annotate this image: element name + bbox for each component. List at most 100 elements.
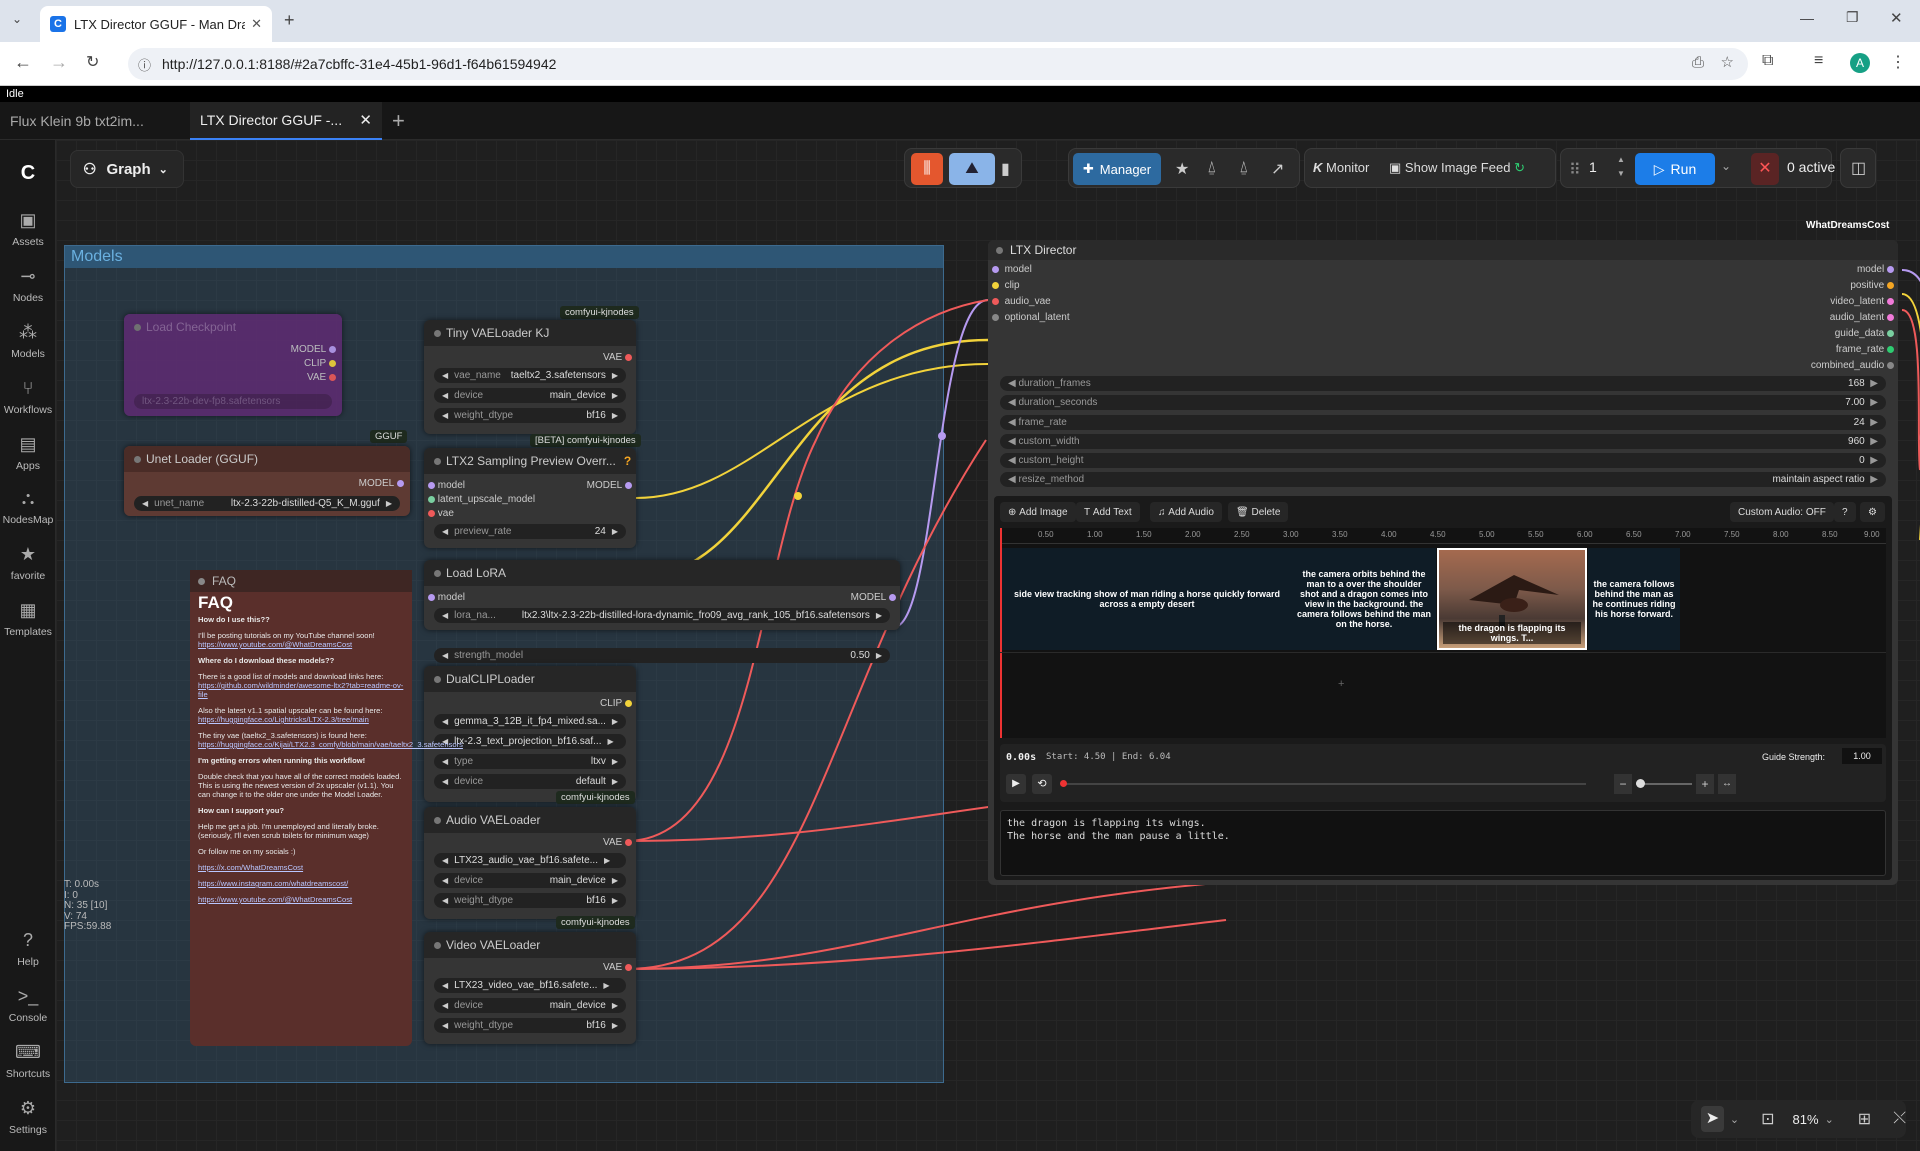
output-clip[interactable]: CLIP — [304, 358, 336, 369]
chevron-down-icon[interactable]: ⌄ — [1825, 1113, 1834, 1126]
preview-rate-widget[interactable]: ◀ preview_rate 24 ▶ — [434, 524, 626, 539]
output-vae[interactable]: VAE — [603, 352, 632, 363]
workflow-tab-ltx[interactable]: LTX Director GGUF -... ✕ — [190, 102, 382, 140]
resize-method-widget[interactable]: ◀ resize_method maintain aspect ratio ▶ — [1000, 472, 1886, 487]
faq-link[interactable]: https://www.youtube.com/@WhatDreamsCost — [198, 895, 404, 904]
crystools-icon[interactable]: ⛰ — [949, 153, 995, 185]
device-widget[interactable]: ◀ device main_device ▶ — [434, 388, 626, 403]
sidebar-item-help[interactable]: ? Help — [0, 930, 56, 968]
image-feed-button[interactable]: ▣ Show Image Feed ↻ — [1389, 160, 1525, 176]
custom-height-widget[interactable]: ◀ custom_height 0 ▶ — [1000, 453, 1886, 468]
settings-button[interactable]: ⚙ — [1860, 502, 1885, 522]
delete-button[interactable]: 🗑 Delete — [1228, 502, 1289, 522]
media-icon[interactable]: ≡ — [1814, 52, 1823, 70]
input-vae[interactable]: vae — [428, 508, 454, 519]
clip-type-widget[interactable]: ◀ type ltxv ▶ — [434, 754, 626, 769]
clip-name1-widget[interactable]: ◀ gemma_3_12B_it_fp4_mixed.sa... ▶ — [434, 714, 626, 729]
sidebar-item-models[interactable]: ⁂ Models — [0, 322, 56, 360]
sidebar-item-nodes[interactable]: ⊸ Nodes — [0, 266, 56, 304]
faq-link[interactable]: https://github.com/wildminder/awesome-lt… — [198, 681, 404, 699]
input-model[interactable]: model — [428, 592, 465, 603]
output-model[interactable]: MODEL — [587, 480, 632, 491]
zoom-in-button[interactable]: + — [1696, 774, 1714, 794]
input-audio-vae[interactable]: audio_vae — [992, 296, 1051, 307]
segment-prompt-textarea[interactable]: the dragon is flapping its wings. The ho… — [1000, 810, 1886, 876]
lora-name-widget[interactable]: ◀ lora_na... ltx2.3\ltx-2.3-22b-distilled-… — [434, 608, 890, 623]
graph-canvas[interactable]: ⚇ Graph ⌄ ⫼ ⛰ ▮ ✚ Manager ★ ⍙ ⍙ ↗ K Monit… — [56, 140, 1920, 1151]
dtype-widget[interactable]: ◀ weight_dtype bf16 ▶ — [434, 408, 626, 423]
tab-search-icon[interactable]: ⌄ — [12, 12, 22, 26]
minimap-icon[interactable]: ⊞ — [1858, 1109, 1871, 1129]
minimize-icon[interactable]: — — [1800, 10, 1814, 26]
workflow-tab-flux[interactable]: Flux Klein 9b txt2im... — [0, 102, 190, 140]
restore-icon[interactable]: ❐ — [1846, 9, 1859, 26]
menu-icon[interactable]: ⋮ — [1890, 52, 1906, 72]
node-faq-note[interactable]: FAQ FAQ How do I use this?? I'll be post… — [190, 570, 463, 1046]
strength-model-widget[interactable]: ◀ strength_model 0.50 ▶ — [434, 648, 890, 663]
site-info-icon[interactable]: ⓘ — [138, 55, 151, 74]
zoom-level[interactable]: 81% — [1793, 1112, 1819, 1127]
new-workflow-icon[interactable]: + — [392, 108, 405, 134]
cancel-button[interactable]: ✕ — [1751, 153, 1779, 185]
forward-icon[interactable]: → — [50, 52, 68, 73]
add-audio-button[interactable]: ♫ Add Audio — [1150, 502, 1222, 522]
ckpt-name-widget[interactable]: ltx-2.3-22b-dev-fp8.safetensors — [134, 394, 332, 409]
output-model[interactable]: model — [1857, 264, 1894, 275]
zoom-out-button[interactable]: − — [1614, 774, 1632, 794]
new-tab-icon[interactable]: + — [284, 10, 295, 31]
add-image-button[interactable]: ⊕ Add Image — [1000, 502, 1076, 522]
manager-button[interactable]: ✚ Manager — [1073, 153, 1161, 185]
sidebar-item-favorite[interactable]: ★ favorite — [0, 544, 56, 582]
back-icon[interactable]: ← — [14, 52, 32, 73]
comfy-logo[interactable]: C — [0, 162, 56, 190]
output-clip[interactable]: CLIP — [600, 698, 632, 709]
panel-toggle[interactable]: ◫ — [1840, 148, 1876, 188]
chevron-down-icon[interactable]: ⌄ — [1721, 159, 1731, 173]
collapse-dot[interactable] — [996, 247, 1003, 254]
clip-device-widget[interactable]: ◀ device default ▶ — [434, 774, 626, 789]
address-bar[interactable]: ⓘ http://127.0.0.1:8188/#2a7cbffc-31e4-4… — [128, 48, 1748, 80]
faq-link[interactable]: https://www.youtube.com/@WhatDreamsCost — [198, 640, 404, 649]
output-audio-latent[interactable]: audio_latent — [1830, 312, 1894, 323]
timeline-clip-1[interactable]: side view tracking show of man riding a … — [1002, 548, 1292, 650]
sidebar-item-workflows[interactable]: ⑂ Workflows — [0, 378, 56, 416]
video-device-widget[interactable]: ◀ device main_device ▶ — [434, 998, 626, 1013]
node-dual-clip[interactable]: DualCLIPLoader CLIP ◀ gemma_3_12B_it_fp4_… — [424, 666, 636, 802]
output-guide-data[interactable]: guide_data — [1835, 328, 1894, 339]
timeline-clip-2[interactable]: the camera orbits behind the man to a ov… — [1292, 548, 1436, 650]
close-tab-icon[interactable]: ✕ — [251, 16, 262, 32]
scrub-track[interactable] — [1064, 783, 1586, 785]
reload-icon[interactable]: ↻ — [86, 52, 99, 72]
stepper-arrows-icon[interactable]: ▲ ▼ — [1617, 153, 1625, 181]
run-button[interactable]: ▷ Run — [1635, 153, 1715, 185]
duration-seconds-widget[interactable]: ◀ duration_seconds 7.00 ▶ — [1000, 395, 1886, 410]
sidebar-item-templates[interactable]: ▦ Templates — [0, 600, 56, 638]
output-model[interactable]: MODEL — [851, 592, 896, 603]
sidebar-item-shortcuts[interactable]: ⌨ Shortcuts — [0, 1042, 56, 1080]
graph-menu-button[interactable]: ⚇ Graph ⌄ — [70, 150, 184, 188]
extensions-icon[interactable]: ⧉ — [1762, 52, 1773, 70]
output-model[interactable]: MODEL — [359, 478, 404, 489]
node-video-vae[interactable]: Video VAELoader VAE ◀ LTX23_video_vae_bf1… — [424, 932, 636, 1044]
share-icon[interactable]: ↗ — [1271, 159, 1284, 179]
node-load-lora[interactable]: Load LoRA model MODEL ◀ lora_na... ltx2.3\… — [424, 560, 900, 630]
input-clip[interactable]: clip — [992, 280, 1020, 291]
bookmark-star-icon[interactable]: ☆ — [1721, 53, 1734, 71]
chevron-down-icon[interactable]: ⌄ — [1730, 1113, 1739, 1126]
fit-button[interactable]: ↔ — [1718, 774, 1736, 794]
bookmark-icon[interactable]: ▮ — [1001, 159, 1010, 179]
custom-width-widget[interactable]: ◀ custom_width 960 ▶ — [1000, 434, 1886, 449]
input-optional-latent[interactable]: optional_latent — [992, 312, 1070, 323]
output-vae[interactable]: VAE — [307, 372, 336, 383]
help-button[interactable]: ? — [1834, 502, 1856, 522]
add-track-icon[interactable]: + — [1338, 678, 1344, 690]
browser-tab[interactable]: C LTX Director GGUF - Man Drag ✕ — [40, 6, 272, 42]
output-model[interactable]: MODEL — [291, 344, 336, 355]
sidebar-item-console[interactable]: >_ Console — [0, 986, 56, 1024]
faq-link[interactable]: https://huggingface.co/Kijai/LTX2.3_comf… — [198, 740, 463, 749]
monitor-button[interactable]: K Monitor — [1313, 160, 1369, 175]
custom-audio-toggle[interactable]: Custom Audio: OFF — [1730, 502, 1834, 522]
select-tool-icon[interactable]: ➤ — [1701, 1106, 1724, 1132]
faq-link[interactable]: https://huggingface.co/Lightricks/LTX-2.… — [198, 715, 404, 724]
profile-avatar[interactable]: A — [1850, 53, 1870, 73]
